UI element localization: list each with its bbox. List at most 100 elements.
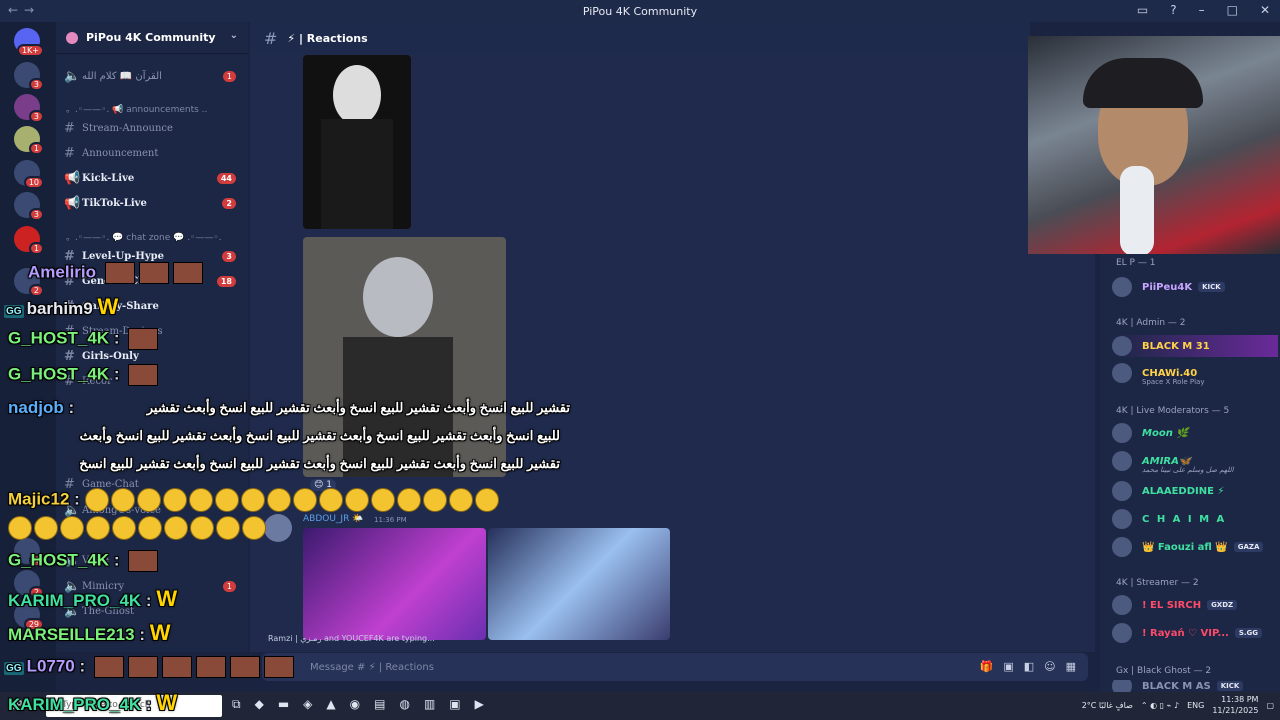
windows-start-icon[interactable]: ⊞: [12, 698, 23, 713]
attachment-image[interactable]: [303, 528, 486, 640]
emoji-icon[interactable]: ☺: [1044, 660, 1055, 673]
server-icon[interactable]: 3: [14, 94, 44, 123]
server-icon[interactable]: 3: [14, 192, 44, 221]
language-indicator[interactable]: ENG: [1187, 701, 1204, 710]
attachment-image[interactable]: [303, 237, 506, 477]
channel-voice[interactable]: 🔈 Voice: [64, 550, 244, 570]
member-item[interactable]: PiiPeu4K KICK: [1112, 276, 1225, 298]
channel-level-up[interactable]: # Level-Up-Hype 3: [64, 246, 244, 266]
channel-general-chat[interactable]: # General-Chat 18: [64, 271, 244, 291]
task-view-icon[interactable]: ⧉: [232, 697, 241, 712]
channel-girls-only[interactable]: # Girls-Only: [64, 346, 244, 366]
speaker-icon: 🔈: [64, 578, 81, 594]
member-name: AMIRA🦋: [1142, 455, 1192, 467]
server-icon[interactable]: 10: [14, 160, 44, 189]
member-item[interactable]: 👑 Faouzi afl 👑 GAZA: [1112, 536, 1264, 558]
help-icon[interactable]: ?: [1170, 3, 1176, 17]
app-icon[interactable]: ▶: [475, 697, 484, 712]
member-name: Moon 🌿: [1142, 427, 1189, 439]
member-item[interactable]: BLACK M 31: [1112, 335, 1278, 357]
channel-label: Announcement: [82, 147, 159, 159]
server-icon[interactable]: 3: [14, 62, 44, 91]
emote: [161, 656, 192, 678]
attachment-image[interactable]: [303, 55, 411, 229]
apps-icon[interactable]: ▦: [1066, 660, 1076, 673]
channel-gallery[interactable]: # Gallery-Share: [64, 296, 244, 316]
notifications-icon[interactable]: ▢: [1266, 701, 1274, 710]
nav-arrows[interactable]: ←→: [8, 3, 40, 17]
member-item[interactable]: AMIRA🦋 اللهم صل وسلم على نبينا محمد: [1112, 450, 1234, 474]
channel-recordings[interactable]: # Recor: [64, 371, 244, 391]
brave-icon[interactable]: ◈: [303, 697, 312, 712]
member-item[interactable]: ! Rayań ♡ VIP... S.GG: [1112, 622, 1263, 644]
server-icon[interactable]: 2: [14, 268, 44, 297]
channel-quran[interactable]: 🔈 القرآن 📖 كلام الله 1: [64, 66, 244, 86]
server-icon[interactable]: 4: [14, 538, 44, 567]
hash-icon: #: [64, 298, 75, 314]
clock[interactable]: 11:38 PM 11/21/2025: [1212, 694, 1258, 716]
channel-label: Level-Up-Hype: [82, 250, 164, 262]
server-icon[interactable]: 1: [14, 226, 44, 255]
gift-icon[interactable]: 🎁: [980, 660, 994, 673]
guild-name: PiPou 4K Community: [86, 31, 216, 44]
channel-game-chat[interactable]: # Game-Chat: [64, 474, 244, 494]
avatar[interactable]: [264, 514, 292, 542]
maximize-button[interactable]: □: [1227, 3, 1238, 17]
message-input[interactable]: Message # ⚡ | Reactions 🎁 ▣ ◧ ☺ ▦: [262, 653, 1088, 681]
file-explorer-icon[interactable]: ▬: [278, 697, 289, 712]
speaker-icon: 🔈: [64, 552, 81, 568]
emote: [229, 656, 260, 678]
member-item[interactable]: ! EL SIRCH GXDZ: [1112, 594, 1238, 616]
minimize-button[interactable]: –: [1199, 3, 1205, 17]
member-group: 4K | Admin — 2: [1116, 318, 1186, 328]
channel-title: ⚡ | Reactions: [287, 31, 368, 45]
channel-mimicry[interactable]: 🔈 Mimicry 1: [64, 576, 244, 596]
close-button[interactable]: ✕: [1260, 3, 1270, 17]
app-icon[interactable]: ▤: [374, 697, 385, 712]
server-badge: 3: [28, 78, 44, 91]
app-icon[interactable]: ▲: [326, 697, 335, 712]
channel-amongus[interactable]: 🔈 AmongUs-voice: [64, 500, 244, 520]
server-badge: 1: [28, 242, 44, 255]
skull-mask: [333, 65, 381, 125]
gif-icon[interactable]: ▣: [1003, 660, 1013, 673]
channel-stream-announce[interactable]: # Stream-Announce: [64, 118, 244, 138]
channel-stream-designs[interactable]: # Stream-Designs: [64, 321, 244, 341]
member-item[interactable]: CHAWi.40 Space X Role Play: [1112, 362, 1204, 386]
taskbar-search[interactable]: Type here to search: [46, 695, 222, 717]
dm-home-icon[interactable]: 1K+: [14, 28, 44, 57]
sticker-icon[interactable]: ◧: [1024, 660, 1034, 673]
hash-icon: #: [64, 248, 75, 264]
attachment-image[interactable]: [488, 528, 670, 640]
member-tag: KICK: [1216, 681, 1244, 691]
chevron-down-icon[interactable]: ⌄: [230, 30, 238, 41]
channel-kick-live[interactable]: 📢 Kick-Live 44: [64, 168, 244, 188]
message-timestamp: 11:36 PM: [374, 516, 407, 524]
app-icon[interactable]: ▥: [424, 697, 435, 712]
message-author[interactable]: ABDOU_JR 🌤️: [303, 514, 363, 524]
tray-icons[interactable]: ⌃ ◐ ▯ ⌁ ♪: [1141, 701, 1179, 710]
app-icon[interactable]: ▣: [449, 697, 460, 712]
reaction-chip[interactable]: 😊 1: [310, 479, 336, 491]
channel-the-ghost[interactable]: 🔈 The-Ghost: [64, 601, 244, 621]
inbox-icon[interactable]: ▭: [1137, 3, 1148, 17]
member-item[interactable]: BLACK M AS KICK: [1112, 680, 1244, 692]
speaker-icon: 🔈: [64, 502, 81, 518]
member-item[interactable]: C H A I M A: [1112, 508, 1226, 530]
channel-announcement[interactable]: # Announcement: [64, 143, 244, 163]
server-icon[interactable]: 1: [14, 126, 44, 155]
member-item[interactable]: Moon 🌿: [1112, 422, 1189, 444]
weather-widget[interactable]: 2°C صافٍ غالبًا: [1082, 701, 1133, 710]
member-item[interactable]: ALAAEDDINE ⚡: [1112, 480, 1224, 502]
category-announcements[interactable]: 。.◦——◦. 📢 announcements ..: [66, 102, 207, 115]
app-icon[interactable]: ◆: [255, 697, 264, 712]
category-chat-zone[interactable]: 。.◦——◦. 💬 chat zone 💬 .◦——◦.: [66, 230, 222, 243]
channel-label: Game-Chat: [82, 478, 139, 490]
server-badge: 4: [28, 554, 44, 567]
guild-header[interactable]: PiPou 4K Community ⌄: [56, 22, 248, 54]
channel-tiktok-live[interactable]: 📢 TikTok-Live 2: [64, 193, 244, 213]
unread-badge: 1: [222, 580, 236, 592]
discord-icon[interactable]: ◍: [399, 697, 409, 712]
server-icon[interactable]: 29: [14, 602, 44, 631]
steam-icon[interactable]: ◉: [350, 697, 360, 712]
